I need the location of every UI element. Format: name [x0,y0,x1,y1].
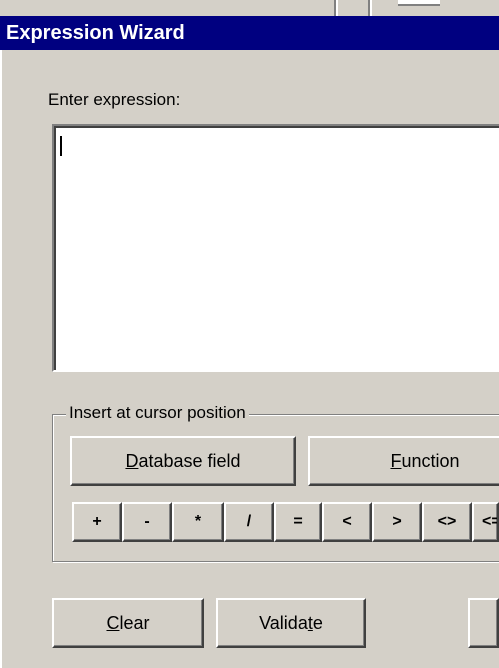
database-field-button[interactable]: Database field [70,436,296,486]
operator-equals-button[interactable]: = [274,502,322,542]
dialog-left-border [0,50,6,668]
validate-button[interactable]: Validate [216,598,366,648]
text-caret [60,136,62,156]
background-window-strip [0,0,499,16]
dialog-title: Expression Wizard [6,22,185,44]
operator-not-equal-button[interactable]: <> [422,502,472,542]
expression-label: Enter expression: [48,90,181,109]
database-field-label: Database field [125,450,241,471]
operator-minus-button[interactable]: - [122,502,172,542]
clear-button[interactable]: Clear [52,598,204,648]
clear-label: Clear [106,612,150,633]
validate-label: Validate [259,612,323,633]
expression-textarea[interactable] [52,124,499,372]
operator-plus-button[interactable]: + [72,502,122,542]
operator-less-equal-button[interactable]: <= [472,502,499,542]
background-divider-highlight [370,0,372,16]
operator-divide-button[interactable]: / [224,502,274,542]
background-control [398,0,440,6]
ok-button-partial[interactable] [468,598,499,648]
operator-multiply-button[interactable]: * [172,502,224,542]
dialog-title-bar[interactable]: Expression Wizard [0,16,499,50]
function-button[interactable]: Function [308,436,499,486]
insert-group-legend: Insert at cursor position [66,403,249,423]
operator-less-than-button[interactable]: < [322,502,372,542]
operator-greater-than-button[interactable]: > [372,502,422,542]
background-divider-highlight [336,0,338,16]
function-label: Function [390,450,460,471]
